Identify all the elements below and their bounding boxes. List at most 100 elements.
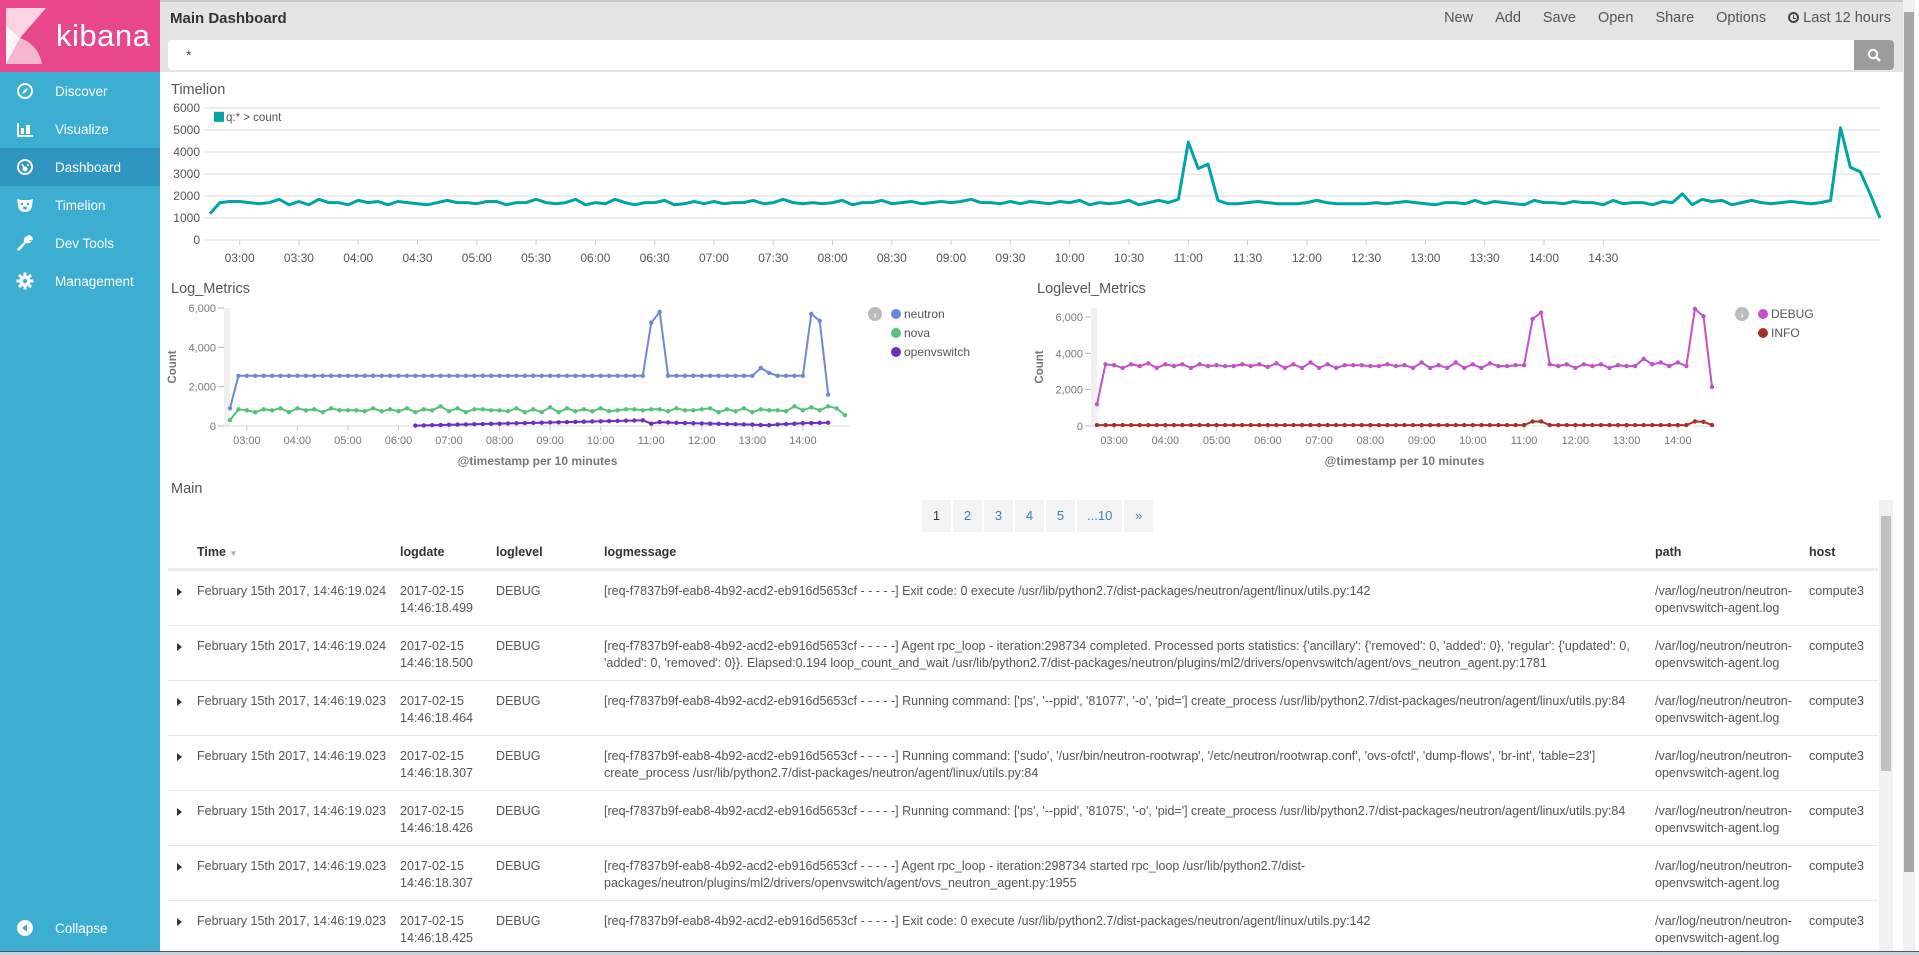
data-point-info [1231, 422, 1236, 428]
x-tick-label: 07:00 [699, 251, 729, 265]
expand-row-icon[interactable] [177, 698, 182, 706]
page-1-button[interactable]: 1 [922, 500, 951, 532]
sidebar-item-label: Discover [55, 83, 108, 99]
data-point-neutron [564, 373, 570, 379]
page-scrollbar[interactable] [1903, 0, 1915, 955]
table-scroll-thumb[interactable] [1881, 516, 1891, 771]
expand-row-icon[interactable] [177, 918, 182, 926]
data-point-nova [615, 408, 620, 413]
data-point-openvswitch [758, 422, 763, 428]
new-button[interactable]: New [1444, 10, 1473, 26]
table-row[interactable]: February 15th 2017, 14:46:19.023 2017-02-… [168, 846, 1878, 901]
table-row[interactable]: February 15th 2017, 14:46:19.023 2017-02-… [168, 681, 1878, 736]
save-button[interactable]: Save [1543, 10, 1576, 26]
column-header-loglevel[interactable]: loglevel [496, 545, 543, 559]
sidebar-item-discover[interactable]: Discover [0, 72, 160, 110]
data-point-neutron [463, 373, 469, 379]
data-point-neutron [724, 373, 730, 379]
kibana-logo[interactable]: kibana [0, 0, 160, 72]
column-header-logdate[interactable]: logdate [400, 545, 490, 559]
data-point-neutron [446, 373, 452, 379]
expand-row-icon[interactable] [177, 863, 182, 871]
data-point-info [1094, 422, 1100, 428]
os-taskbar [0, 951, 1919, 955]
column-header-host[interactable]: host [1809, 545, 1835, 559]
sidebar-item-management[interactable]: Management [0, 262, 160, 300]
page-scroll-thumb[interactable] [1904, 12, 1914, 872]
add-button[interactable]: Add [1495, 10, 1521, 26]
data-point-nova [699, 407, 704, 412]
page-3-button[interactable]: 3 [984, 500, 1013, 532]
legend-swatch [214, 111, 224, 122]
options-button[interactable]: Options [1716, 10, 1766, 26]
data-point-neutron [472, 373, 477, 379]
legend-dot-neutron [891, 309, 901, 319]
data-point-debug [1624, 363, 1629, 369]
log-table: Time ▼ logdate loglevel logmessage path … [168, 535, 1878, 955]
query-input[interactable] [168, 40, 1833, 70]
next-page-button[interactable]: » [1124, 500, 1154, 532]
x-tick-label: 04:00 [1152, 435, 1180, 447]
open-button[interactable]: Open [1598, 10, 1633, 26]
share-button[interactable]: Share [1655, 10, 1694, 26]
page-5-button[interactable]: 5 [1046, 500, 1075, 532]
y-tick-label: 0 [1077, 421, 1083, 433]
cell-time: February 15th 2017, 14:46:19.023 [197, 694, 387, 708]
table-row[interactable]: February 15th 2017, 14:46:19.024 2017-02-… [168, 571, 1878, 626]
page-4-button[interactable]: 4 [1015, 500, 1044, 532]
chevron-left-circle-icon [15, 918, 35, 938]
data-point-nova [505, 409, 511, 414]
data-point-neutron [354, 373, 359, 379]
column-header-logmessage[interactable]: logmessage [604, 545, 1644, 559]
expand-row-icon[interactable] [177, 753, 182, 761]
sidebar-item-visualize[interactable]: Visualize [0, 110, 160, 148]
timelion-chart: 0 1000 2000 3000 4000 5000 6000 03:00 03:30 04:00… [173, 101, 1882, 265]
table-row[interactable]: February 15th 2017, 14:46:19.023 2017-02-… [168, 736, 1878, 791]
data-point-neutron [497, 373, 502, 379]
data-point-neutron [531, 373, 536, 379]
page-last-button[interactable]: ...10 [1077, 500, 1123, 532]
x-tick-label: 14:30 [1588, 251, 1618, 265]
x-tick-label: 03:00 [1100, 435, 1128, 447]
data-point-openvswitch [581, 419, 587, 424]
data-point-nova [379, 409, 384, 414]
table-row[interactable]: February 15th 2017, 14:46:19.024 2017-02-… [168, 626, 1878, 681]
data-point-nova [303, 408, 309, 413]
sort-caret-icon: ▼ [229, 549, 238, 558]
sidebar-item-dev-tools[interactable]: Dev Tools [0, 224, 160, 262]
data-point-debug [1453, 360, 1458, 365]
column-header-time[interactable]: Time ▼ [197, 545, 237, 559]
data-point-info [1265, 422, 1271, 428]
collapse-button[interactable]: Collapse [0, 909, 160, 947]
data-point-nova [623, 407, 629, 412]
x-tick-label: 12:00 [1562, 435, 1590, 447]
data-point-info [1427, 422, 1433, 428]
sidebar-item-dashboard[interactable]: Dashboard [0, 148, 160, 186]
data-point-debug [1632, 363, 1638, 369]
search-button[interactable] [1854, 40, 1894, 70]
x-tick-label: 06:30 [640, 251, 670, 265]
column-header-path[interactable]: path [1655, 545, 1795, 559]
page-2-button[interactable]: 2 [953, 500, 982, 532]
data-point-debug [1171, 363, 1177, 369]
logo-text: kibana [56, 18, 151, 53]
data-point-neutron [244, 373, 250, 379]
table-scrollbar[interactable] [1879, 500, 1893, 955]
expand-row-icon[interactable] [177, 588, 182, 596]
expand-row-icon[interactable] [177, 808, 182, 816]
expand-row-icon[interactable] [177, 643, 182, 651]
legend-dot-debug [1758, 309, 1768, 319]
table-row[interactable]: February 15th 2017, 14:46:19.023 2017-02-… [168, 901, 1878, 955]
x-tick-label: 13:00 [1410, 251, 1440, 265]
y-tick-label: 6,000 [188, 303, 216, 315]
sidebar-item-timelion[interactable]: Timelion [0, 186, 160, 224]
data-point-openvswitch [783, 421, 789, 427]
cell-logdate: 2017-02-15 14:46:18.425 [400, 914, 473, 945]
data-point-openvswitch [649, 421, 654, 426]
legend-toggle-chevron: › [1740, 310, 1743, 321]
x-tick-label: 13:30 [1470, 251, 1500, 265]
table-row[interactable]: February 15th 2017, 14:46:19.023 2017-02-… [168, 791, 1878, 846]
time-picker-button[interactable]: Last 12 hours [1788, 10, 1891, 26]
data-point-debug [1547, 362, 1552, 367]
data-point-neutron [657, 309, 662, 315]
